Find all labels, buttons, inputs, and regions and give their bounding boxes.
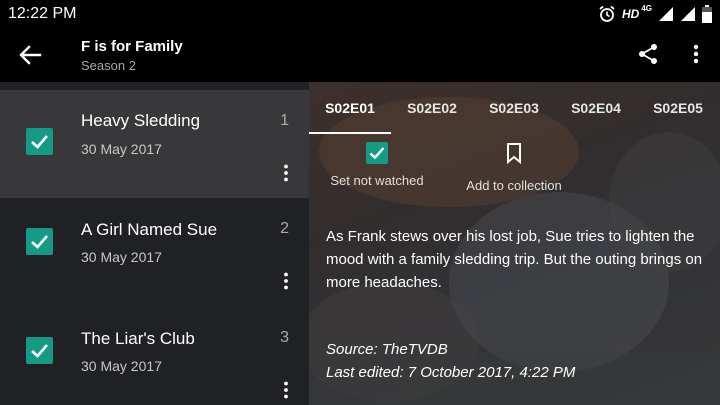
alarm-icon <box>599 5 615 22</box>
episode-item[interactable]: Heavy Sledding 30 May 2017 1 <box>0 90 309 198</box>
watched-checkbox[interactable] <box>26 228 53 255</box>
bookmark-icon <box>507 143 521 165</box>
episode-title: A Girl Named Sue <box>81 220 218 239</box>
last-edited-text: Last edited: 7 October 2017, 4:22 PM <box>326 364 576 381</box>
tab-s02e04[interactable]: S02E04 <box>555 82 637 134</box>
episode-number: 1 <box>280 112 289 129</box>
episode-date: 30 May 2017 <box>81 141 162 157</box>
status-icons: HD 4G <box>598 4 712 24</box>
episode-number: 3 <box>280 329 289 346</box>
episode-more-icon[interactable] <box>276 163 296 183</box>
set-not-watched-label: Set not watched <box>330 173 424 188</box>
episode-actions: Set not watched Add to collection <box>309 142 720 193</box>
episode-list: Heavy Sledding 30 May 2017 1 A Girl Name… <box>0 82 309 405</box>
season-subtitle: Season 2 <box>81 58 136 73</box>
episode-more-icon[interactable] <box>276 380 296 400</box>
signal-icon-2 <box>681 7 695 21</box>
watched-checkbox[interactable] <box>26 128 53 155</box>
episode-number: 2 <box>280 220 289 237</box>
set-not-watched-button[interactable]: Set not watched <box>327 142 427 188</box>
app-bar-titles: F is for Family Season 2 <box>81 37 183 75</box>
check-icon <box>31 235 48 249</box>
episode-item[interactable]: A Girl Named Sue 30 May 2017 2 <box>0 199 309 307</box>
check-icon <box>31 344 48 358</box>
share-icon[interactable] <box>636 42 660 66</box>
add-to-collection-button[interactable]: Add to collection <box>459 142 569 193</box>
tab-s02e03[interactable]: S02E03 <box>473 82 555 134</box>
episode-tabs: S02E01 S02E02 S02E03 S02E04 S02E05 <box>309 82 720 134</box>
tab-s02e02[interactable]: S02E02 <box>391 82 473 134</box>
episode-detail-pane: S02E01 S02E02 S02E03 S02E04 S02E05 Set n… <box>309 82 720 405</box>
episode-date: 30 May 2017 <box>81 249 162 265</box>
tab-s02e01[interactable]: S02E01 <box>309 82 391 134</box>
battery-icon <box>702 5 712 23</box>
episode-title: Heavy Sledding <box>81 111 201 130</box>
episode-description: As Frank stews over his lost job, Sue tr… <box>326 228 703 291</box>
signal-icon <box>659 7 673 21</box>
tab-s02e05[interactable]: S02E05 <box>637 82 719 134</box>
episode-more-icon[interactable] <box>276 271 296 291</box>
episode-title: The Liar's Club <box>81 329 195 348</box>
arrow-left-icon[interactable] <box>16 41 44 69</box>
app-bar: F is for Family Season 2 <box>0 28 720 82</box>
episode-date: 30 May 2017 <box>81 358 162 374</box>
more-vert-icon[interactable] <box>684 42 708 66</box>
hd-indicator: HD <box>621 7 640 21</box>
watched-checkbox[interactable] <box>26 337 53 364</box>
watched-checkbox-small <box>366 142 388 164</box>
add-to-collection-label: Add to collection <box>466 178 562 193</box>
status-time: 12:22 PM <box>8 5 77 22</box>
check-icon <box>31 135 48 149</box>
show-title: F is for Family <box>81 38 183 55</box>
source-text: Source: TheTVDB <box>326 341 448 358</box>
episode-item[interactable]: The Liar's Club 30 May 2017 3 <box>0 308 309 405</box>
status-bar: 12:22 PM HD 4G <box>0 0 720 28</box>
check-icon <box>369 147 385 160</box>
network-type: 4G <box>641 3 652 13</box>
